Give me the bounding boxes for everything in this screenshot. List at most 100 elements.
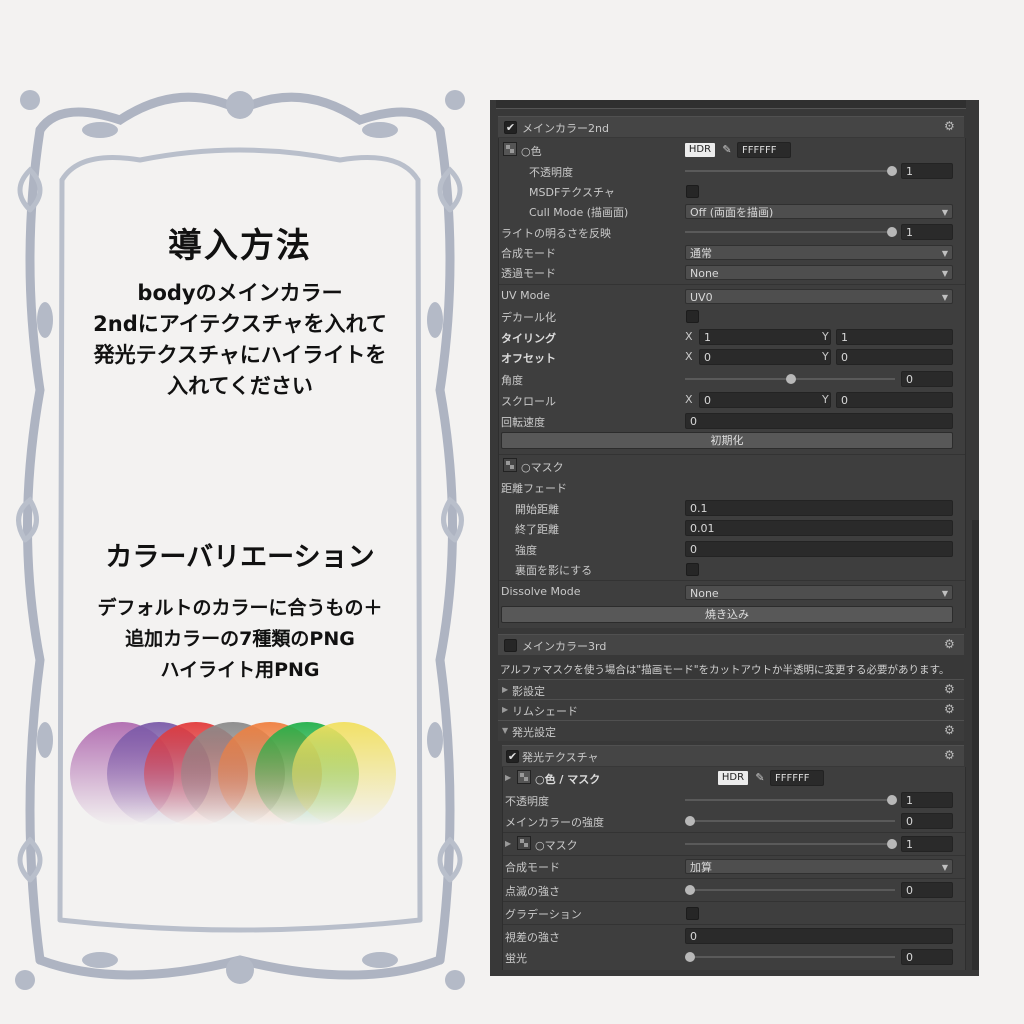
angle-field[interactable]: 0	[901, 371, 953, 387]
emission-texture-toggle[interactable]: ✔	[506, 750, 519, 763]
emission-texture-title: 発光テクスチャ	[522, 751, 599, 764]
fluorescence-handle[interactable]	[685, 952, 695, 962]
main-color-2nd-toggle[interactable]: ✔	[504, 121, 517, 134]
scroll-y-field[interactable]: 0	[836, 392, 953, 408]
emission-hex-field[interactable]: FFFFFF	[770, 770, 824, 786]
variation-line: デフォルトのカラーに合うもの＋	[97, 597, 383, 619]
bake-button[interactable]: 焼き込み	[501, 606, 953, 623]
rotation-speed-field[interactable]: 0	[685, 413, 953, 429]
foldout-open-icon: ▼	[502, 726, 509, 735]
scroll-x-field[interactable]: 0	[699, 392, 831, 408]
inspector-scrollbar[interactable]	[972, 520, 979, 970]
eyedropper-icon[interactable]: ✎	[752, 771, 768, 785]
main-color-2nd-header[interactable]: ✔ メインカラー2nd ⚙	[498, 116, 964, 137]
msdf-label: MSDFテクスチャ	[529, 186, 615, 199]
opacity-slider-handle[interactable]	[887, 166, 897, 176]
transparency-value: None	[690, 267, 719, 280]
texture-slot-icon[interactable]	[517, 770, 531, 784]
end-distance-field[interactable]: 0.01	[685, 520, 953, 536]
emission-blend-dropdown[interactable]: 加算 ▼	[685, 859, 953, 874]
emission-mask-field[interactable]: 1	[901, 836, 953, 852]
mask-texture-slot[interactable]	[517, 836, 531, 850]
blend-dropdown[interactable]: 通常 ▼	[685, 245, 953, 260]
foldout-arrow-icon[interactable]: ▶	[505, 773, 511, 782]
main-color-3rd-header[interactable]: メインカラー3rd ⚙	[498, 634, 964, 655]
foldout-arrow-icon[interactable]: ▶	[505, 839, 511, 848]
tiling-y-field[interactable]: 1	[836, 329, 953, 345]
emission-texture-body: ▶ ○色 / マスク HDR ✎ FFFFFF 不透明度 1 メインカラーの強度…	[502, 767, 966, 970]
angle-slider-handle[interactable]	[786, 374, 796, 384]
blink-handle[interactable]	[685, 885, 695, 895]
blink-slider[interactable]	[685, 889, 895, 891]
start-distance-field[interactable]: 0.1	[685, 500, 953, 516]
texture-slot-icon[interactable]	[503, 142, 517, 156]
divider	[499, 454, 965, 455]
rim-shade-header[interactable]: ▶ リムシェード ⚙	[498, 699, 964, 720]
gear-icon[interactable]: ⚙	[944, 749, 956, 761]
emission-settings-header[interactable]: ▼ 発光設定 ⚙	[498, 720, 964, 741]
mask-texture-slot[interactable]	[503, 458, 517, 472]
main-color-strength-field[interactable]: 0	[901, 813, 953, 829]
offset-y-field[interactable]: 0	[836, 349, 953, 365]
tiling-x-field[interactable]: 1	[699, 329, 831, 345]
emission-opacity-slider[interactable]	[685, 799, 895, 801]
guide-line: 2ndにアイテクスチャを入れて	[93, 312, 387, 336]
cull-row: Cull Mode (描画面) Off (両面を描画) ▼	[499, 201, 965, 221]
light-slider-handle[interactable]	[887, 227, 897, 237]
main-color-strength-slider[interactable]	[685, 820, 895, 822]
distance-fade-row: 距離フェード	[499, 477, 965, 497]
uv-dropdown[interactable]: UV0 ▼	[685, 289, 953, 304]
emission-texture-header[interactable]: ✔ 発光テクスチャ ⚙	[502, 745, 964, 766]
guide-line: 発光テクスチャにハイライトを	[93, 343, 387, 367]
gradation-checkbox[interactable]	[686, 907, 699, 920]
gear-icon[interactable]: ⚙	[944, 724, 956, 736]
opacity-slider[interactable]	[685, 170, 895, 172]
alpha-mask-note: アルファマスクを使う場合は"描画モード"をカットアウトか半透明に変更する必要があ…	[500, 664, 950, 676]
gear-icon[interactable]: ⚙	[944, 120, 956, 132]
material-inspector: ✔ メインカラー2nd ⚙ ○色 HDR ✎ FFFFFF 不透明度 1 MSD…	[490, 100, 979, 976]
offset-x-field[interactable]: 0	[699, 349, 831, 365]
dissolve-dropdown[interactable]: None ▼	[685, 585, 953, 600]
light-field[interactable]: 1	[901, 224, 953, 240]
shadow-settings-header[interactable]: ▶ 影設定 ⚙	[498, 679, 964, 700]
end-distance-row: 終了距離 0.01	[499, 518, 965, 538]
gear-icon[interactable]: ⚙	[944, 683, 956, 695]
transparency-dropdown[interactable]: None ▼	[685, 265, 953, 280]
dissolve-row: Dissolve Mode None ▼	[499, 582, 965, 602]
emission-mask-label: ○マスク	[535, 839, 578, 852]
parallax-field[interactable]: 0	[685, 928, 953, 944]
blink-field[interactable]: 0	[901, 882, 953, 898]
color-label: ○色	[521, 145, 542, 158]
gear-icon[interactable]: ⚙	[944, 638, 956, 650]
previous-section-edge	[496, 100, 966, 109]
main-color-strength-handle[interactable]	[685, 816, 695, 826]
angle-label: 角度	[501, 374, 523, 387]
hdr-badge[interactable]: HDR	[685, 143, 715, 157]
fluorescence-field[interactable]: 0	[901, 949, 953, 965]
main-color-3rd-toggle[interactable]	[504, 639, 517, 652]
emission-mask-slider[interactable]	[685, 843, 895, 845]
transparency-row: 透過モード None ▼	[499, 262, 965, 282]
uv-row: UV Mode UV0 ▼	[499, 286, 965, 306]
parallax-row: 視差の強さ 0	[503, 926, 965, 946]
strength-field[interactable]: 0	[685, 541, 953, 557]
opacity-field[interactable]: 1	[901, 163, 953, 179]
blend-row: 合成モード 通常 ▼	[499, 242, 965, 262]
eyedropper-icon[interactable]: ✎	[719, 143, 735, 157]
emission-opacity-handle[interactable]	[887, 795, 897, 805]
cull-dropdown[interactable]: Off (両面を描画) ▼	[685, 204, 953, 219]
y-label: Y	[822, 350, 829, 363]
light-slider[interactable]	[685, 231, 895, 233]
reset-button[interactable]: 初期化	[501, 432, 953, 449]
emission-mask-row: ▶ ○マスク 1	[503, 834, 965, 854]
gear-icon[interactable]: ⚙	[944, 703, 956, 715]
shadow-settings-title: 影設定	[512, 685, 545, 698]
msdf-checkbox[interactable]	[686, 185, 699, 198]
emission-opacity-field[interactable]: 1	[901, 792, 953, 808]
color-hex-field[interactable]: FFFFFF	[737, 142, 791, 158]
fluorescence-slider[interactable]	[685, 956, 895, 958]
decal-checkbox[interactable]	[686, 310, 699, 323]
backface-checkbox[interactable]	[686, 563, 699, 576]
emission-mask-handle[interactable]	[887, 839, 897, 849]
hdr-badge[interactable]: HDR	[718, 771, 748, 785]
